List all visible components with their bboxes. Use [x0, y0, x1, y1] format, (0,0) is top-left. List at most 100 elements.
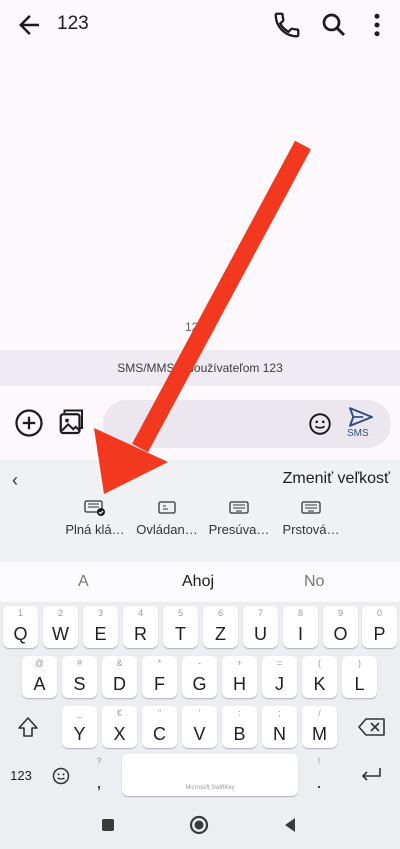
- key-label: B: [233, 724, 246, 744]
- search-icon[interactable]: [319, 10, 349, 40]
- key-p[interactable]: 0P: [362, 606, 397, 648]
- key-y[interactable]: _ Y: [62, 706, 97, 748]
- recents-icon[interactable]: [97, 814, 119, 836]
- back-triangle-icon[interactable]: [279, 814, 301, 836]
- numbers-key[interactable]: 123: [4, 754, 38, 796]
- space-bar[interactable]: Microsoft SwiftKey: [122, 754, 298, 796]
- key-h[interactable]: + H: [222, 656, 257, 698]
- key-hint: +: [236, 658, 243, 668]
- resize-option-finger[interactable]: Prstová…: [274, 500, 348, 550]
- key-s[interactable]: # S: [62, 656, 97, 698]
- suggestion-strip: A Ahoj No: [0, 562, 400, 602]
- key-u[interactable]: 7U: [243, 606, 278, 648]
- key-hint: =: [276, 658, 283, 668]
- key-label: K: [313, 674, 326, 694]
- key-hint: 1: [17, 608, 23, 618]
- key-hint: ): [358, 658, 361, 668]
- key-label: E: [94, 624, 107, 644]
- key-e[interactable]: 3E: [83, 606, 118, 648]
- resize-option-label: Plná klá…: [65, 522, 125, 537]
- key-i[interactable]: 8I: [283, 606, 318, 648]
- top-app-bar: 123: [0, 0, 400, 50]
- home-icon[interactable]: [188, 814, 210, 836]
- more-options-icon[interactable]: [362, 10, 392, 40]
- resize-option-full[interactable]: Plná klá…: [58, 500, 132, 550]
- send-icon[interactable]: [347, 406, 375, 428]
- key-label: Z: [215, 624, 226, 644]
- key-hint: 5: [177, 608, 183, 618]
- key-label: 123: [10, 768, 32, 783]
- key-label: O: [333, 624, 348, 644]
- suggestion-item[interactable]: Ahoj: [182, 573, 214, 591]
- shift-key[interactable]: [8, 706, 48, 748]
- key-g[interactable]: -G: [182, 656, 217, 698]
- message-list: [0, 50, 400, 350]
- key-label: Q: [13, 624, 28, 644]
- key-hint: €: [116, 708, 122, 718]
- key-d[interactable]: & D: [102, 656, 137, 698]
- conversation-info-text: SMS/MMS s používateľom 123: [117, 361, 283, 375]
- key-label: .: [316, 772, 322, 792]
- key-label: J: [275, 674, 284, 694]
- resize-option-float[interactable]: Presúva…: [202, 500, 276, 550]
- back-arrow-icon[interactable]: [14, 10, 44, 40]
- phone-icon[interactable]: [272, 10, 302, 40]
- keyboard-compact-icon: [158, 501, 176, 514]
- key-hint: -: [198, 658, 201, 668]
- key-label: V: [193, 724, 206, 744]
- key-label: R: [134, 624, 147, 644]
- key-a[interactable]: @ A: [22, 656, 57, 698]
- key-hint: 7: [257, 608, 263, 618]
- key-hint: ?: [96, 756, 102, 766]
- resize-option-thumb[interactable]: Ovládan…: [130, 500, 204, 550]
- key-w[interactable]: 2W: [43, 606, 78, 648]
- key-hint: &: [116, 658, 123, 668]
- key-hint: ": [157, 708, 162, 718]
- comma-key[interactable]: ? ,: [84, 754, 114, 796]
- key-m[interactable]: / M: [302, 706, 337, 748]
- enter-key[interactable]: [350, 754, 392, 796]
- emoji-icon[interactable]: [307, 411, 333, 437]
- key-o[interactable]: 9O: [323, 606, 358, 648]
- key-t[interactable]: 5T: [163, 606, 198, 648]
- key-v[interactable]: ' V: [182, 706, 217, 748]
- key-f[interactable]: * F: [142, 656, 177, 698]
- key-label: A: [33, 674, 46, 694]
- key-hint: :: [238, 708, 241, 718]
- key-label: P: [373, 624, 386, 644]
- keyboard-icon: [301, 501, 321, 514]
- key-x[interactable]: € X: [102, 706, 137, 748]
- key-hint: (: [318, 658, 321, 668]
- period-key[interactable]: ! .: [304, 754, 334, 796]
- key-hint: /: [318, 708, 321, 718]
- key-q[interactable]: 1Q: [3, 606, 38, 648]
- key-r[interactable]: 4R: [123, 606, 158, 648]
- keyboard-resize-panel: ‹ Zmeniť veľkosť Plná klá… Ovládan… Pres…: [0, 460, 400, 562]
- key-label: I: [297, 624, 303, 644]
- key-hint: *: [157, 658, 162, 668]
- message-input[interactable]: SMS: [103, 400, 391, 448]
- gallery-icon[interactable]: [57, 408, 87, 438]
- key-label: T: [175, 624, 186, 644]
- key-hint: 2: [57, 608, 63, 618]
- key-j[interactable]: = J: [262, 656, 297, 698]
- key-label: ,: [96, 772, 102, 792]
- chevron-left-icon[interactable]: ‹: [12, 470, 18, 491]
- key-z[interactable]: 6Z: [203, 606, 238, 648]
- key-n[interactable]: ; N: [262, 706, 297, 748]
- key-hint: 9: [337, 608, 343, 618]
- key-k[interactable]: (K: [302, 656, 337, 698]
- system-navigation-bar: [0, 802, 400, 849]
- key-hint: ': [198, 708, 201, 718]
- add-attachment-icon[interactable]: [14, 408, 44, 438]
- emoji-key[interactable]: [44, 754, 78, 796]
- space-bar-label: Microsoft SwiftKey: [185, 785, 235, 791]
- backspace-key[interactable]: [352, 706, 392, 748]
- key-hint: ;: [278, 708, 281, 718]
- suggestion-item[interactable]: A: [78, 573, 89, 591]
- suggestion-item[interactable]: No: [304, 573, 324, 591]
- key-b[interactable]: :B: [222, 706, 257, 748]
- resize-option-label: Ovládan…: [136, 522, 198, 537]
- key-c[interactable]: " C: [142, 706, 177, 748]
- key-l[interactable]: ) L: [342, 656, 377, 698]
